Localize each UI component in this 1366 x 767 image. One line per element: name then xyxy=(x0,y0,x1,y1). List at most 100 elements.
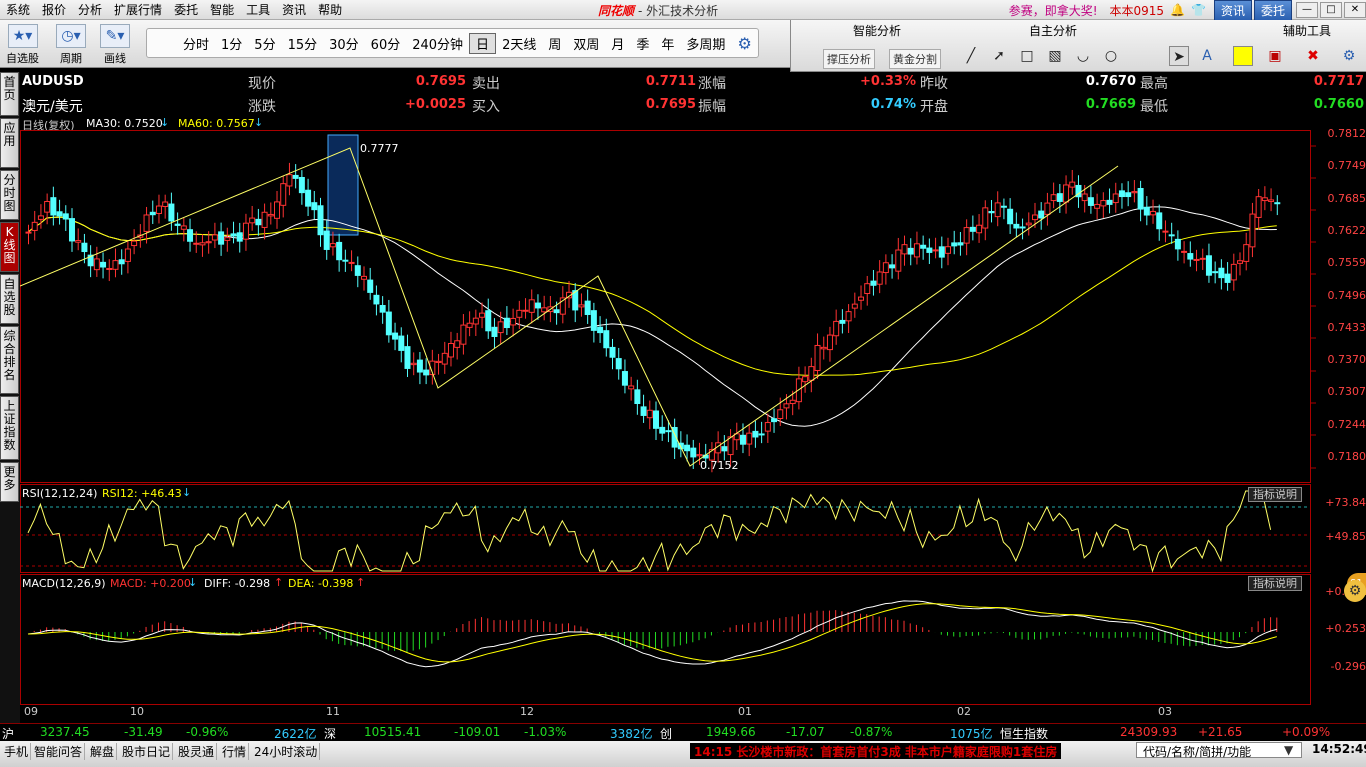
sidebar-home[interactable]: 首页 xyxy=(0,72,19,116)
settings-gear-icon[interactable]: ⚙ xyxy=(731,34,757,53)
candle-body xyxy=(951,242,958,247)
candle-body xyxy=(1125,192,1132,198)
channel-tool-icon[interactable]: ▧ xyxy=(1045,46,1065,66)
rect-tool-icon[interactable]: □ xyxy=(1017,46,1037,66)
code-search-input[interactable]: 代码/名称/简拼/功能 xyxy=(1136,742,1302,759)
candle-body xyxy=(945,246,952,254)
period-240m[interactable]: 240分钟 xyxy=(406,34,469,53)
period-1m[interactable]: 1分 xyxy=(215,34,248,53)
tool-settings-gear-icon[interactable]: ⚙ xyxy=(1339,46,1359,66)
period-month[interactable]: 月 xyxy=(605,34,630,53)
macd-help-button[interactable]: 指标说明 xyxy=(1248,576,1302,591)
smart-analysis-tab[interactable]: 智能分析 xyxy=(853,22,901,39)
period-multi[interactable]: 多周期 xyxy=(680,34,731,53)
circle-tool-icon[interactable]: ○ xyxy=(1101,46,1121,66)
candle-body xyxy=(242,222,249,240)
status-news24[interactable]: 24小时滚动 xyxy=(252,743,321,760)
candle-body xyxy=(534,302,541,309)
news-ticker[interactable]: 14:15 长沙楼市新政：首套房首付3成 非本市户籍家庭限购1套住房 xyxy=(690,743,1062,759)
menu-analysis[interactable]: 分析 xyxy=(72,1,108,18)
period-2day[interactable]: 2天线 xyxy=(496,34,542,53)
color-swatch-icon[interactable] xyxy=(1233,46,1253,66)
delete-drawing-icon[interactable]: ✖ xyxy=(1303,46,1323,66)
watchlist-button[interactable]: ★▾ 自选股 xyxy=(6,24,39,66)
menu-tools[interactable]: 工具 xyxy=(240,1,276,18)
text-tool-icon[interactable]: A xyxy=(1197,46,1217,66)
period-intraday[interactable]: 分时 xyxy=(177,34,215,53)
draw-button[interactable]: ✎▾ 画线 xyxy=(100,24,130,66)
candle-body xyxy=(1025,222,1032,226)
candle-body xyxy=(516,309,523,318)
period-quarter[interactable]: 季 xyxy=(630,34,655,53)
cycle-button[interactable]: ◷▾ 周期 xyxy=(56,24,86,66)
period-day[interactable]: 日 xyxy=(469,32,497,54)
candle-body xyxy=(839,319,846,324)
menu-smart[interactable]: 智能 xyxy=(204,1,240,18)
sidebar-more[interactable]: 更多 xyxy=(0,462,19,502)
period-year[interactable]: 年 xyxy=(655,34,680,53)
period-60m[interactable]: 60分 xyxy=(365,34,407,53)
aux-tools-tab[interactable]: 辅助工具 xyxy=(1283,22,1331,39)
golden-section-button[interactable]: 黄金分割 xyxy=(889,49,941,69)
panel-frames xyxy=(20,130,1316,705)
period-15m[interactable]: 15分 xyxy=(282,34,324,53)
candle-body xyxy=(31,221,38,231)
float-gear-icon[interactable]: ⚙ xyxy=(1344,580,1366,602)
line-tool-icon[interactable]: ╱ xyxy=(961,46,981,66)
status-smart[interactable]: 股灵通 xyxy=(176,743,218,760)
candle-body xyxy=(180,225,187,230)
period-5m[interactable]: 5分 xyxy=(248,34,281,53)
menu-ext-quote[interactable]: 扩展行情 xyxy=(108,1,168,18)
sidebar-apps[interactable]: 应用 xyxy=(0,118,19,168)
chart-canvas[interactable] xyxy=(20,126,1366,724)
menu-trade[interactable]: 委托 xyxy=(168,1,204,18)
candle-body xyxy=(62,213,69,220)
sidebar-kline[interactable]: K线图 xyxy=(0,222,19,272)
self-analysis-tab[interactable]: 自主分析 xyxy=(1029,22,1077,39)
status-analysis[interactable]: 解盘 xyxy=(88,743,118,760)
rsi-help-button[interactable]: 指标说明 xyxy=(1248,487,1302,502)
bell-icon[interactable]: 🔔 xyxy=(1170,3,1185,17)
maximize-icon[interactable]: □ xyxy=(1320,2,1342,18)
news-button[interactable]: 资讯 xyxy=(1213,0,1252,21)
sidebar-ranking[interactable]: 综合排名 xyxy=(0,326,19,394)
period-week[interactable]: 周 xyxy=(542,34,567,53)
candle-body xyxy=(876,271,883,285)
minimize-icon[interactable]: — xyxy=(1296,2,1318,18)
candle-body xyxy=(913,243,920,258)
period-30m[interactable]: 30分 xyxy=(323,34,365,53)
candle-body xyxy=(932,249,939,252)
status-diary[interactable]: 股市日记 xyxy=(120,743,174,760)
arc-tool-icon[interactable]: ◡ xyxy=(1073,46,1093,66)
shirt-icon[interactable]: 👕 xyxy=(1191,3,1206,17)
x-tick: 10 xyxy=(130,705,144,718)
search-arrow-icon[interactable]: ▼ xyxy=(1284,743,1293,757)
candle-body xyxy=(385,311,392,336)
menu-quote[interactable]: 报价 xyxy=(36,1,72,18)
menu-help[interactable]: 帮助 xyxy=(312,1,348,18)
candle-body xyxy=(628,385,635,390)
candle-body xyxy=(889,264,896,269)
candle-body xyxy=(1007,208,1014,225)
promo-link[interactable]: 参赛，即拿大奖! xyxy=(1009,2,1098,19)
sidebar-intraday[interactable]: 分时图 xyxy=(0,170,19,220)
candle-body xyxy=(205,241,212,244)
close-icon[interactable]: ✕ xyxy=(1344,2,1366,18)
period-2week[interactable]: 双周 xyxy=(567,34,605,53)
status-mobile[interactable]: 手机 xyxy=(2,743,32,760)
status-qa[interactable]: 智能问答 xyxy=(32,743,86,760)
candle-body xyxy=(1137,187,1144,210)
candle-body xyxy=(224,237,231,241)
sidebar-watchlist[interactable]: 自选股 xyxy=(0,274,19,324)
sidebar-sh-index[interactable]: 上证指数 xyxy=(0,396,19,460)
support-resistance-button[interactable]: 撑压分析 xyxy=(823,49,875,69)
save-drawing-icon[interactable]: ▣ xyxy=(1265,46,1285,66)
market-index-bar: 沪 3237.45 -31.49 -0.96% 2622亿 深 10515.41… xyxy=(0,723,1366,741)
cursor-tool-icon[interactable]: ➤ xyxy=(1169,46,1189,66)
menu-system[interactable]: 系统 xyxy=(0,1,36,18)
trade-button[interactable]: 委托 xyxy=(1253,0,1292,21)
status-quote[interactable]: 行情 xyxy=(220,743,250,760)
menu-info[interactable]: 资讯 xyxy=(276,1,312,18)
candle-body xyxy=(491,326,498,337)
ray-tool-icon[interactable]: ➚ xyxy=(989,46,1009,66)
